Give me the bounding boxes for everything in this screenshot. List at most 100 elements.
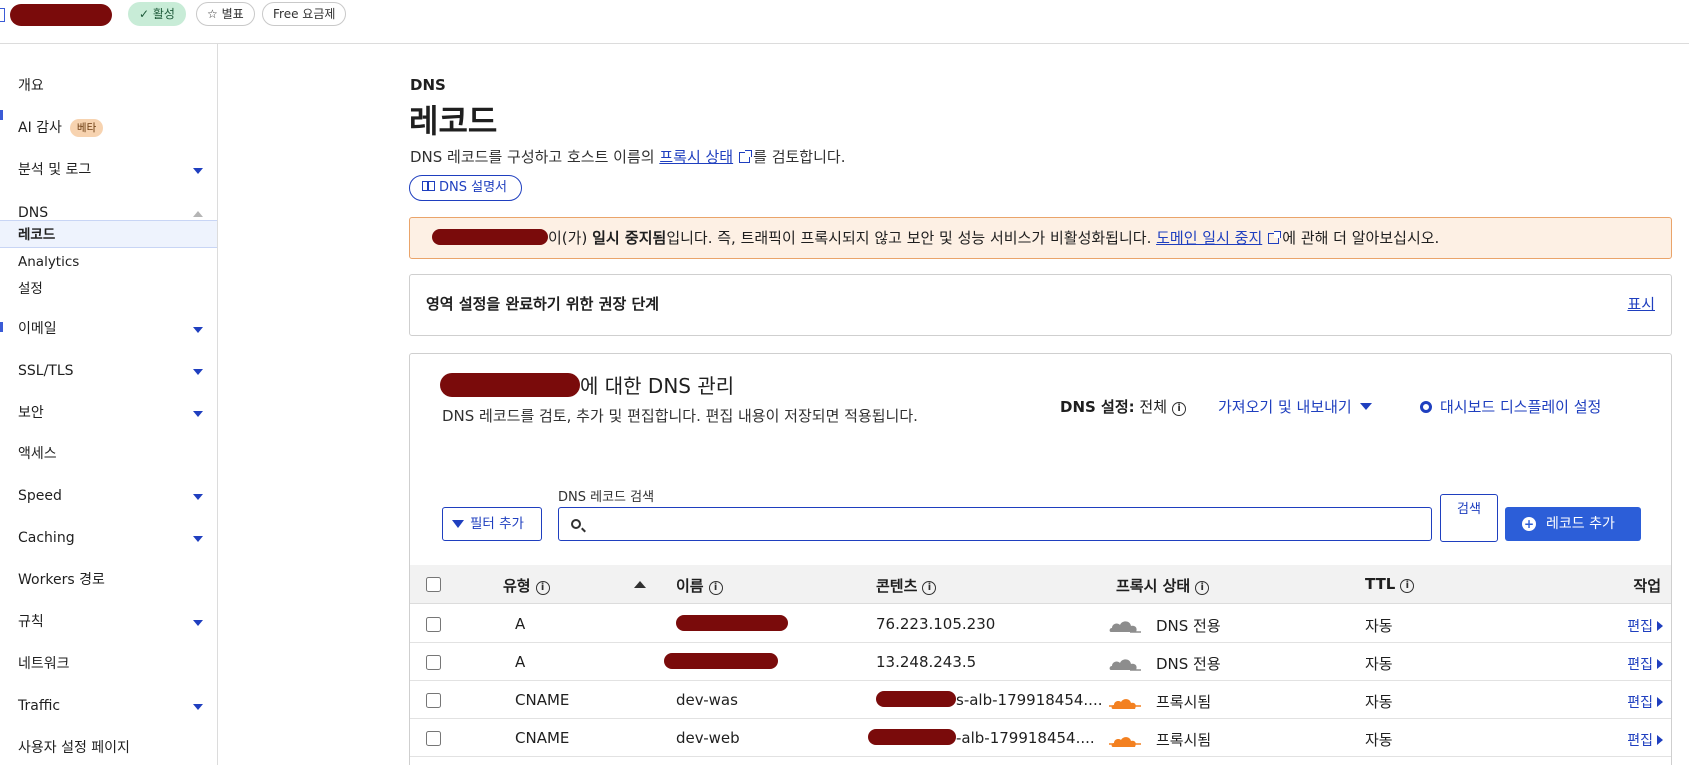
table-row[interactable]: CNAME dev-was s-alb-179918454.... 프록시됨 자…: [410, 681, 1671, 719]
proxy-status: DNS 전용: [1156, 655, 1221, 673]
proxy-status: DNS 전용: [1156, 617, 1221, 635]
info-icon[interactable]: i: [708, 581, 723, 595]
dns-setting-value: 전체: [1139, 398, 1168, 416]
external-link-icon: [1268, 231, 1282, 244]
dns-only-cloud-icon: [1109, 621, 1141, 633]
column-content[interactable]: 콘텐츠 i: [876, 575, 937, 596]
record-name: [664, 653, 778, 671]
row-checkbox[interactable]: [426, 655, 441, 670]
sidebar-item-dns-analytics[interactable]: Analytics: [0, 248, 217, 276]
info-icon[interactable]: i: [922, 581, 937, 595]
beta-badge: 베타: [69, 119, 104, 137]
sidebar-item-speed[interactable]: Speed: [0, 482, 217, 510]
record-content-text: -alb-179918454....: [956, 729, 1095, 747]
redacted-domain-name: [432, 229, 548, 245]
dns-management-description: DNS 레코드를 검토, 추가 및 편집합니다. 편집 내용이 저장되면 적용됩…: [442, 407, 918, 425]
sidebar-item-label: 네트워크: [18, 656, 70, 672]
edit-record-button[interactable]: 편집: [1627, 654, 1663, 674]
sidebar-item-label: 레코드: [18, 227, 56, 243]
recommended-steps-card: 영역 설정을 완료하기 위한 권장 단계 표시: [409, 274, 1672, 336]
record-type: CNAME: [515, 729, 570, 747]
info-icon[interactable]: i: [535, 581, 550, 595]
record-content: 76.223.105.230: [876, 615, 996, 633]
sidebar-item-workers-routes[interactable]: Workers 경로: [0, 566, 217, 594]
back-icon[interactable]: [0, 8, 5, 22]
sidebar-item-label: 보안: [18, 405, 44, 421]
column-type[interactable]: 유형 i: [503, 575, 550, 596]
star-button[interactable]: ☆ 별표: [196, 2, 255, 26]
table-header: 유형 i 이름 i 콘텐츠 i 프록시 상태 i TTL i 작업: [410, 565, 1671, 604]
row-checkbox[interactable]: [426, 617, 441, 632]
sidebar-item-caching[interactable]: Caching: [0, 524, 217, 552]
domain-pause-link[interactable]: 도메인 일시 중지: [1156, 229, 1262, 247]
caret-right-icon: [1657, 697, 1663, 707]
alert-bold-text: 일시 중지됨: [592, 229, 667, 247]
search-icon: [571, 519, 581, 529]
status-badge: ✓ 활성: [128, 2, 186, 26]
sidebar-item-label: Traffic: [18, 698, 61, 714]
redacted-record-name: [676, 615, 788, 631]
edit-record-button[interactable]: 편집: [1627, 730, 1663, 750]
dashboard-display-settings-button[interactable]: 대시보드 디스플레이 설정: [1420, 396, 1601, 417]
column-proxy-status[interactable]: 프록시 상태 i: [1116, 575, 1210, 596]
record-type: A: [515, 653, 526, 671]
dashboard-display-settings-label: 대시보드 디스플레이 설정: [1440, 398, 1602, 416]
sidebar-item-ai-audit[interactable]: AI 감사 베타: [0, 114, 217, 142]
column-name[interactable]: 이름 i: [676, 575, 723, 596]
show-steps-link[interactable]: 표시: [1627, 293, 1655, 314]
search-input[interactable]: [591, 512, 1421, 536]
sidebar-item-network[interactable]: 네트워크: [0, 650, 217, 678]
sidebar-item-security[interactable]: 보안: [0, 399, 217, 427]
column-proxy-label: 프록시 상태: [1116, 577, 1191, 595]
column-ttl[interactable]: TTL i: [1365, 575, 1415, 593]
row-checkbox[interactable]: [426, 731, 441, 746]
caret-down-icon: [1359, 403, 1372, 410]
sidebar-item-analytics-logs[interactable]: 분석 및 로그: [0, 156, 217, 184]
sidebar-item-records[interactable]: 레코드: [0, 220, 217, 248]
dns-docs-button[interactable]: DNS 설명서: [409, 175, 522, 201]
search-button[interactable]: 검색: [1440, 494, 1498, 542]
table-row[interactable]: A 13.248.243.5 DNS 전용 자동 편집: [410, 643, 1671, 681]
column-content-label: 콘텐츠: [876, 577, 918, 595]
external-link-icon: [739, 150, 753, 163]
sort-ascending-icon[interactable]: [634, 581, 646, 588]
edit-record-button[interactable]: 편집: [1627, 616, 1663, 636]
info-icon[interactable]: i: [1400, 579, 1415, 593]
dns-only-cloud-icon: [1109, 659, 1141, 671]
description-text: 를 검토합니다.: [753, 148, 846, 166]
record-content: -alb-179918454....: [868, 729, 1095, 747]
plan-badge[interactable]: Free 요금제: [262, 2, 347, 26]
proxy-status-link[interactable]: 프록시 상태: [659, 148, 733, 166]
redacted-domain-name: [10, 4, 112, 26]
chevron-down-icon: [193, 620, 203, 626]
table-row[interactable]: A 76.223.105.230 DNS 전용 자동 편집: [410, 605, 1671, 643]
chevron-down-icon: [193, 369, 203, 375]
sidebar-item-email[interactable]: 이메일: [0, 315, 217, 343]
info-icon[interactable]: i: [1195, 581, 1210, 595]
sidebar-item-label: Analytics: [18, 254, 80, 270]
sidebar-item-overview[interactable]: 개요: [0, 72, 217, 100]
select-all-checkbox[interactable]: [426, 577, 441, 592]
sidebar-item-label: AI 감사: [18, 120, 62, 136]
add-record-button[interactable]: + 레코드 추가: [1505, 507, 1641, 541]
column-type-label: 유형: [503, 577, 531, 595]
table-row[interactable]: CNAME dev-web -alb-179918454.... 프록시됨 자동…: [410, 719, 1671, 757]
record-type: CNAME: [515, 691, 570, 709]
sidebar-item-access[interactable]: 액세스: [0, 440, 217, 468]
import-export-dropdown[interactable]: 가져오기 및 내보내기: [1218, 396, 1372, 417]
sidebar-item-dns-settings[interactable]: 설정: [0, 275, 217, 303]
book-icon: [422, 181, 435, 191]
record-type: A: [515, 615, 526, 633]
row-checkbox[interactable]: [426, 693, 441, 708]
add-filter-label: 필터 추가: [470, 516, 524, 532]
sidebar-item-traffic[interactable]: Traffic: [0, 692, 217, 720]
sidebar-item-ssl-tls[interactable]: SSL/TLS: [0, 357, 217, 385]
sidebar-item-rules[interactable]: 규칙: [0, 608, 217, 636]
edit-record-button[interactable]: 편집: [1627, 692, 1663, 712]
edit-label: 편집: [1627, 657, 1653, 673]
sidebar-item-custom-pages[interactable]: 사용자 설정 페이지: [0, 734, 217, 762]
column-action: 작업: [1633, 577, 1661, 595]
add-filter-button[interactable]: 필터 추가: [442, 507, 542, 541]
info-icon[interactable]: i: [1172, 402, 1187, 416]
redacted-content: [868, 729, 956, 745]
